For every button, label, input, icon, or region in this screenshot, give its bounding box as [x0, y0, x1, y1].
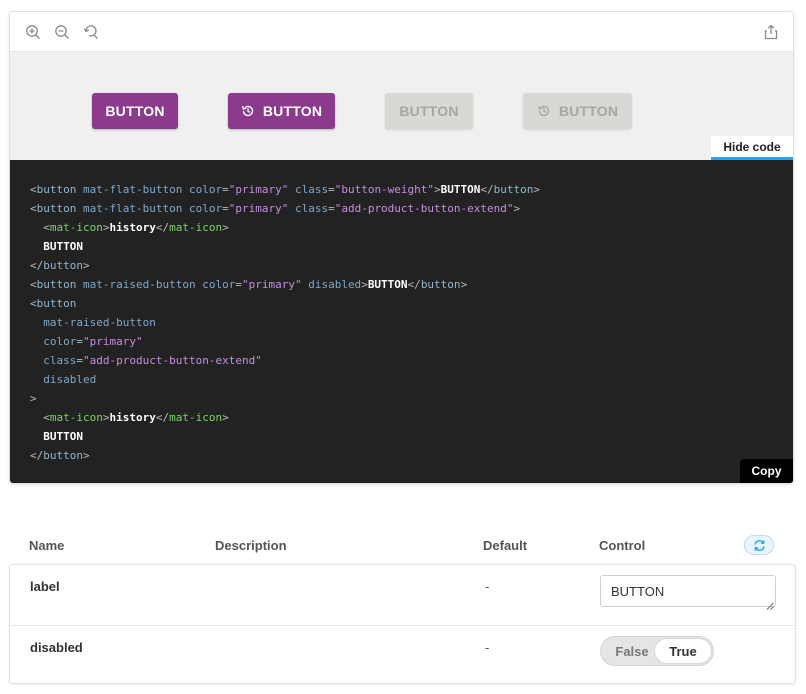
zoom-out-icon[interactable] — [54, 24, 70, 40]
reset-controls-button[interactable] — [744, 535, 774, 555]
button-label: BUTTON — [262, 103, 323, 119]
table-row: label - BUTTON — [10, 565, 795, 626]
code-line: disabled — [43, 373, 97, 386]
code-line: class="add-product-button-extend" — [43, 354, 262, 367]
code-line: > — [30, 392, 37, 405]
history-icon — [537, 104, 551, 118]
code-line: <mat-icon>history</mat-icon> — [43, 221, 229, 234]
arg-default: - — [485, 579, 490, 594]
disabled-boolean-toggle: False True — [600, 636, 714, 666]
share-icon[interactable] — [763, 24, 779, 40]
code-line: mat-raised-button — [43, 316, 156, 329]
arg-default: - — [485, 640, 490, 655]
arg-name: disabled — [30, 640, 83, 655]
args-table-body: label - BUTTON disabled - False True — [9, 564, 796, 684]
toggle-true-option[interactable]: True — [655, 639, 711, 663]
copy-button[interactable]: Copy — [740, 459, 793, 483]
header-description: Description — [215, 538, 287, 553]
header-name: Name — [29, 538, 65, 553]
table-row: disabled - False True — [10, 626, 795, 684]
code-line: </button> — [30, 259, 90, 272]
toggle-false-option[interactable]: False — [607, 639, 657, 663]
code-line: </button> — [30, 449, 90, 462]
header-default: Default — [483, 538, 528, 553]
code-line: <button mat-flat-button color="primary" … — [30, 202, 521, 215]
button-label: BUTTON — [105, 103, 165, 119]
label-control-input[interactable]: BUTTON — [600, 575, 776, 607]
raised-button-disabled: BUTTON — [385, 93, 473, 129]
button-label: BUTTON — [558, 103, 619, 119]
zoom-in-icon[interactable] — [25, 24, 41, 40]
code-line: <button — [30, 297, 77, 310]
code-line: color="primary" — [43, 335, 143, 348]
sync-icon — [753, 539, 765, 551]
reset-zoom-icon[interactable] — [83, 24, 99, 40]
hide-code-button[interactable]: Hide code — [711, 136, 793, 160]
header-control: Control — [599, 538, 646, 553]
code-line: BUTTON — [43, 430, 83, 443]
preview-toolbar — [10, 12, 793, 52]
code-block: <button mat-flat-button color="primary" … — [10, 160, 793, 483]
story-preview-card: BUTTON BUTTON BUTTON BUTTON Hide code <b… — [9, 11, 794, 484]
flat-button-with-icon[interactable]: BUTTON — [228, 93, 335, 129]
code-line: <button mat-flat-button color="primary" … — [30, 183, 541, 196]
raised-button-with-icon-disabled: BUTTON — [523, 93, 632, 129]
arg-name: label — [30, 579, 60, 594]
code-line: <mat-icon>history</mat-icon> — [43, 411, 229, 424]
code-line: BUTTON — [43, 240, 83, 253]
args-table-header: Name Description Default Control — [9, 532, 794, 560]
button-label: BUTTON — [399, 103, 459, 119]
canvas-preview: BUTTON BUTTON BUTTON BUTTON — [10, 52, 793, 160]
history-icon — [241, 104, 255, 118]
flat-button[interactable]: BUTTON — [92, 93, 178, 129]
code-line: <button mat-raised-button color="primary… — [30, 278, 468, 291]
